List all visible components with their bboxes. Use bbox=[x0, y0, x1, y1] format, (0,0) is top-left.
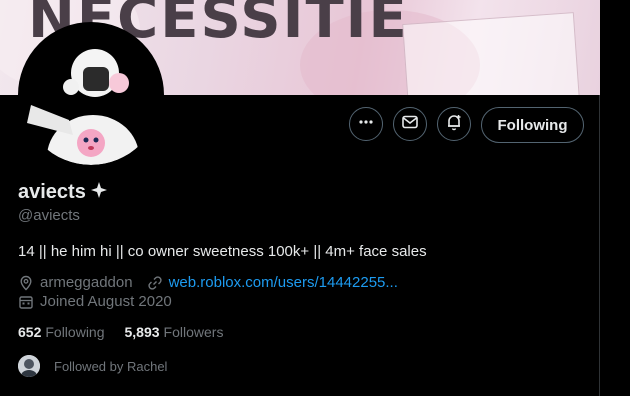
profile-bio: 14 || he him hi || co owner sweetness 10… bbox=[18, 243, 427, 260]
calendar-icon bbox=[18, 294, 34, 310]
mail-icon bbox=[401, 113, 419, 136]
more-options-button[interactable] bbox=[349, 107, 383, 141]
link-icon bbox=[147, 275, 163, 291]
profile-avatar[interactable] bbox=[18, 22, 164, 168]
following-button[interactable]: Following bbox=[481, 107, 584, 143]
profile-stats: 652 Following 5,893 Followers bbox=[18, 324, 223, 340]
profile-website-link[interactable]: web.roblox.com/users/14442255... bbox=[169, 274, 398, 291]
following-link[interactable]: 652 Following bbox=[18, 324, 105, 340]
banner-paper bbox=[402, 12, 580, 95]
following-label: Following bbox=[45, 324, 105, 340]
meta-row-2: Joined August 2020 bbox=[18, 293, 172, 310]
name-row: aviects bbox=[18, 181, 108, 204]
notifications-button[interactable] bbox=[437, 107, 471, 141]
followers-count: 5,893 bbox=[124, 324, 160, 340]
following-count: 652 bbox=[18, 324, 42, 340]
profile-column: NECESSITIE Following aviects @aviects 14… bbox=[0, 0, 600, 396]
followed-by-row[interactable]: Followed by Rachel bbox=[18, 355, 167, 377]
bell-plus-icon bbox=[445, 113, 463, 136]
profile-joined: Joined August 2020 bbox=[40, 293, 172, 310]
followers-label: Followers bbox=[163, 324, 224, 340]
profile-location: armeggaddon bbox=[40, 274, 133, 291]
message-button[interactable] bbox=[393, 107, 427, 141]
followed-by-text: Followed by Rachel bbox=[54, 358, 168, 374]
more-icon bbox=[358, 114, 374, 135]
right-gutter bbox=[601, 0, 630, 396]
display-name: aviects bbox=[18, 181, 86, 203]
sparkle-icon bbox=[90, 181, 108, 204]
follower-avatar bbox=[18, 355, 40, 377]
profile-handle: @aviects bbox=[18, 207, 80, 224]
meta-row-1: armeggaddon web.roblox.com/users/1444225… bbox=[18, 274, 398, 291]
location-icon bbox=[18, 275, 34, 291]
followers-link[interactable]: 5,893 Followers bbox=[125, 324, 224, 340]
